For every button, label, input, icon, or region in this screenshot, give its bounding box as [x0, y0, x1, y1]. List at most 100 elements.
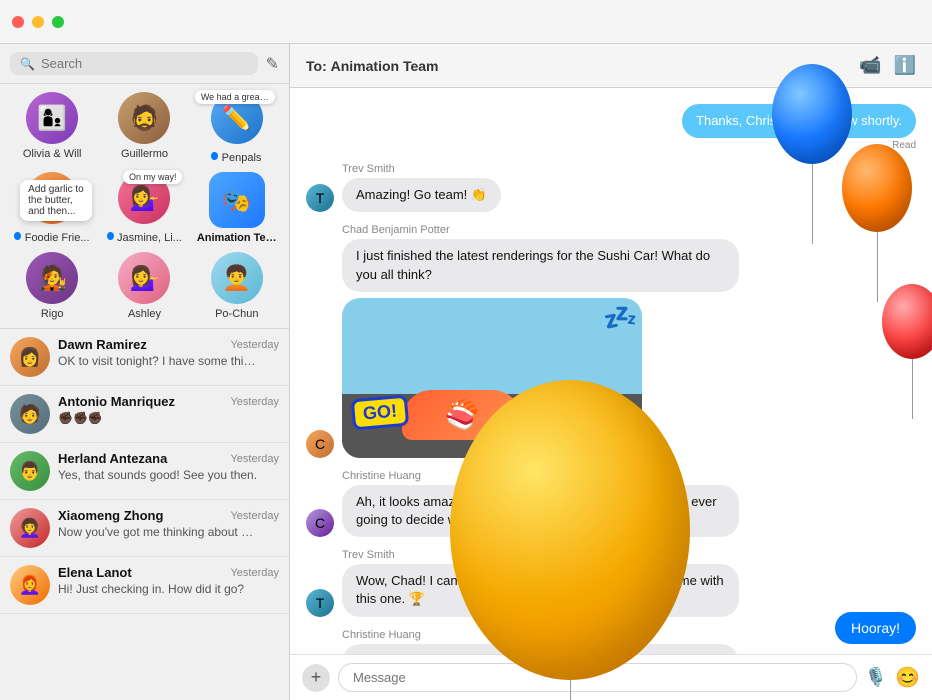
pinned-section: 👩‍👦 Olivia & Will 🧔 Guillermo We had a g…: [0, 84, 289, 329]
msg-bubble-m2: Amazing! Go team! 👏: [342, 178, 501, 212]
sushi-car-image: 🍣 GO! 💤: [342, 298, 642, 458]
video-call-icon[interactable]: 📹: [859, 55, 881, 76]
msg-bubble-m5: Wow, Chad! I can really envision us taki…: [342, 564, 739, 616]
convo-item-antonio[interactable]: 🧑 Antonio Manriquez Yesterday ✊🏿✊🏿✊🏿: [0, 386, 289, 443]
pinned-item-jasmine[interactable]: On my way! 💁‍♀️ Jasmine, Li...: [104, 172, 184, 244]
add-button[interactable]: +: [302, 664, 330, 692]
convo-name-row-xiaomeng: Xiaomeng Zhong Yesterday: [58, 508, 279, 523]
convo-info-dawn: Dawn Ramirez Yesterday OK to visit tonig…: [58, 337, 279, 368]
pinned-item-penpals[interactable]: We had a great time. Home with... ✏️ Pen…: [197, 92, 277, 164]
close-button[interactable]: [12, 16, 24, 28]
maximize-button[interactable]: [52, 16, 64, 28]
convo-item-dawn[interactable]: 👩 Dawn Ramirez Yesterday OK to visit ton…: [0, 329, 289, 386]
chat-area: To: Animation Team 📹 ℹ️ Thanks, Christin…: [290, 44, 932, 700]
convo-name-row-antonio: Antonio Manriquez Yesterday: [58, 394, 279, 409]
media-bubble-sushi: 🍣 GO! 💤: [342, 298, 642, 458]
convo-time-herland: Yesterday: [230, 453, 279, 465]
pinned-item-animation-team[interactable]: 🎭 Animation Team: [197, 172, 277, 244]
pinned-name-olivia-will: Olivia & Will: [12, 148, 92, 160]
convo-avatar-herland: 👨: [10, 451, 50, 491]
convo-preview-dawn: OK to visit tonight? I have some things …: [58, 354, 258, 368]
convo-item-xiaomeng[interactable]: 👩‍🦱 Xiaomeng Zhong Yesterday Now you've …: [0, 500, 289, 557]
voice-icon[interactable]: 🎙️: [865, 667, 887, 688]
message-input[interactable]: [338, 663, 857, 692]
search-input[interactable]: [41, 56, 248, 71]
pinned-name-ashley: Ashley: [104, 308, 184, 320]
minimize-button[interactable]: [32, 16, 44, 28]
titlebar: [0, 0, 932, 44]
avatar-pochun: 🧑‍🦱: [211, 252, 263, 304]
info-icon[interactable]: ℹ️: [894, 55, 916, 76]
msg-bubble-m1: Thanks, Christine. I'll review shortly.: [682, 104, 916, 138]
msg-sender-m3: Chad Benjamin Potter: [342, 224, 739, 236]
convo-name-antonio: Antonio Manriquez: [58, 394, 175, 409]
sidebar: 🔍 ✎ 👩‍👦 Olivia & Will 🧔 Guillermo We had…: [0, 44, 290, 700]
emoji-icon[interactable]: 😊: [895, 665, 920, 690]
msg-content-m4: Christine Huang Ah, it looks amazing, Ch…: [342, 470, 739, 537]
convo-info-elena: Elena Lanot Yesterday Hi! Just checking …: [58, 565, 279, 596]
convo-name-elena: Elena Lanot: [58, 565, 132, 580]
convo-info-herland: Herland Antezana Yesterday Yes, that sou…: [58, 451, 279, 482]
msg-avatar-trev2: T: [306, 589, 334, 617]
msg-content-m5: Trev Smith Wow, Chad! I can really envis…: [342, 549, 739, 616]
pinned-item-foodie[interactable]: Add garlic to the butter, and then... 🍕 …: [12, 172, 92, 244]
msg-content-m1: Thanks, Christine. I'll review shortly. …: [682, 104, 916, 151]
convo-name-row-dawn: Dawn Ramirez Yesterday: [58, 337, 279, 352]
convo-name-dawn: Dawn Ramirez: [58, 337, 147, 352]
pinned-name-jasmine-row: Jasmine, Li...: [107, 228, 183, 244]
pinned-item-ashley[interactable]: 💁‍♀️ Ashley: [104, 252, 184, 320]
app-container: 🔍 ✎ 👩‍👦 Olivia & Will 🧔 Guillermo We had…: [0, 44, 932, 700]
convo-item-elena[interactable]: 👩‍🦰 Elena Lanot Yesterday Hi! Just check…: [0, 557, 289, 614]
chat-to-label: To:: [306, 58, 327, 74]
msg-sender-m4: Christine Huang: [342, 470, 739, 482]
avatar-ashley: 💁‍♀️: [118, 252, 170, 304]
message-row-m1: Thanks, Christine. I'll review shortly. …: [306, 104, 916, 151]
convo-preview-xiaomeng: Now you've got me thinking about my next…: [58, 525, 258, 539]
message-row-m2: T Trev Smith Amazing! Go team! 👏: [306, 163, 916, 212]
search-bar[interactable]: 🔍: [10, 52, 258, 75]
chat-header: To: Animation Team 📹 ℹ️: [290, 44, 932, 88]
msg-avatar-trev: T: [306, 184, 334, 212]
messages-container: Thanks, Christine. I'll review shortly. …: [290, 88, 932, 654]
convo-name-row-herland: Herland Antezana Yesterday: [58, 451, 279, 466]
convo-name-row-elena: Elena Lanot Yesterday: [58, 565, 279, 580]
compose-button[interactable]: ✎: [266, 54, 279, 74]
pinned-name-pochun: Po-Chun: [197, 308, 277, 320]
sushi-car-body: 🍣: [402, 390, 522, 440]
chat-header-title: To: Animation Team: [306, 58, 439, 74]
search-icon: 🔍: [20, 57, 35, 71]
pinned-badge-jasmine: On my way!: [123, 170, 183, 184]
pinned-row-1: 👩‍👦 Olivia & Will 🧔 Guillermo We had a g…: [6, 92, 283, 164]
pinned-item-olivia-will[interactable]: 👩‍👦 Olivia & Will: [12, 92, 92, 164]
pinned-item-pochun[interactable]: 🧑‍🦱 Po-Chun: [197, 252, 277, 320]
message-row-m6: C Christine Huang Do you want to review …: [306, 629, 916, 655]
window-controls: [12, 16, 64, 28]
message-row-m5: T Trev Smith Wow, Chad! I can really env…: [306, 549, 916, 616]
msg-avatar-christine: C: [306, 509, 334, 537]
convo-time-dawn: Yesterday: [230, 339, 279, 351]
pinned-name-foodie-row: Foodie Frie...: [14, 228, 90, 244]
chat-group-name: Animation Team: [331, 58, 439, 74]
convo-name-herland: Herland Antezana: [58, 451, 167, 466]
pinned-item-guillermo[interactable]: 🧔 Guillermo: [104, 92, 184, 164]
avatar-guillermo: 🧔: [118, 92, 170, 144]
pinned-name-penpals: Penpals: [221, 152, 262, 164]
convo-preview-antonio: ✊🏿✊🏿✊🏿: [58, 411, 258, 425]
convo-preview-herland: Yes, that sounds good! See you then.: [58, 468, 258, 482]
pinned-row-2: Add garlic to the butter, and then... 🍕 …: [6, 172, 283, 244]
pinned-badge-penpals: We had a great time. Home with...: [195, 90, 275, 104]
hooray-bubble: Hooray!: [835, 612, 916, 644]
pinned-item-rigo[interactable]: 🧑‍🎤 Rigo: [12, 252, 92, 320]
convo-avatar-elena: 👩‍🦰: [10, 565, 50, 605]
avatar-rigo: 🧑‍🎤: [26, 252, 78, 304]
sidebar-header: 🔍 ✎: [0, 44, 289, 84]
convo-name-xiaomeng: Xiaomeng Zhong: [58, 508, 163, 523]
blue-dot-jasmine: [107, 232, 114, 240]
msg-bubble-m3: I just finished the latest renderings fo…: [342, 239, 739, 291]
msg-read-m1: Read: [682, 140, 916, 151]
tooltip-garlic: Add garlic to the butter, and then...: [20, 180, 92, 221]
convo-preview-elena: Hi! Just checking in. How did it go?: [58, 582, 258, 596]
convo-item-herland[interactable]: 👨 Herland Antezana Yesterday Yes, that s…: [0, 443, 289, 500]
convo-avatar-antonio: 🧑: [10, 394, 50, 434]
convo-time-antonio: Yesterday: [230, 396, 279, 408]
